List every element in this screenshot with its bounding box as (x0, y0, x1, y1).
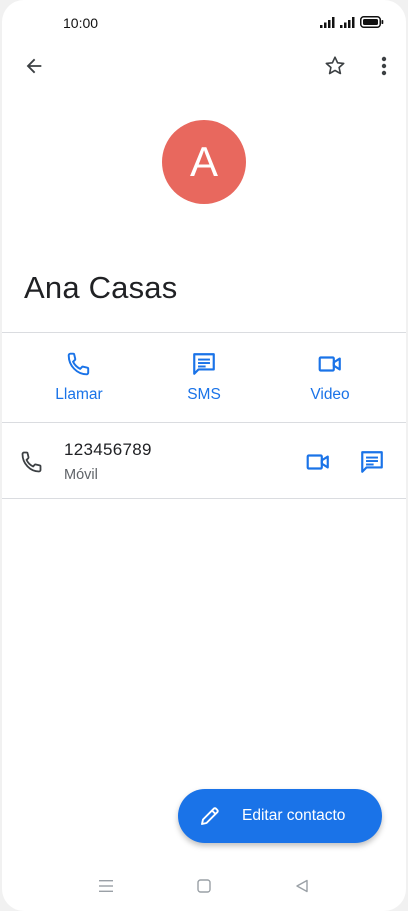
more-vert-icon (381, 56, 387, 76)
signal-icon (320, 17, 335, 28)
star-outline-icon (325, 56, 345, 75)
back-button[interactable] (16, 48, 52, 84)
phone-icon (21, 451, 42, 473)
menu-lines-icon (99, 880, 113, 892)
divider (2, 332, 406, 333)
status-bar: 10:00 (2, 0, 406, 44)
video-icon (318, 356, 341, 372)
home-button[interactable] (188, 872, 220, 900)
phone-icon (67, 352, 90, 376)
video-action-button[interactable]: Video (285, 350, 375, 404)
divider (2, 498, 406, 499)
sms-action-button[interactable]: SMS (159, 350, 249, 404)
phone-number-row[interactable]: 123456789 Móvil (2, 424, 406, 498)
sms-action-label: SMS (187, 386, 221, 403)
pencil-icon (201, 807, 219, 825)
battery-icon (360, 16, 384, 28)
video-call-button[interactable] (302, 446, 334, 478)
signal-icon-2 (340, 17, 355, 28)
phone-number: 123456789 (64, 440, 152, 459)
call-action-label: Llamar (55, 386, 103, 403)
triangle-back-icon (296, 879, 308, 893)
status-time: 10:00 (63, 15, 99, 31)
message-icon (361, 451, 383, 473)
phone-row-icon-wrap (18, 448, 46, 476)
contact-detail-screen: 10:00 A Ana Casas Llamar SMS Video 12345… (2, 0, 406, 911)
favorite-button[interactable] (317, 48, 353, 84)
divider (2, 422, 406, 423)
send-message-button[interactable] (356, 446, 388, 478)
edit-contact-button[interactable]: Editar contacto (178, 789, 382, 843)
square-icon (197, 879, 211, 893)
call-action-button[interactable]: Llamar (34, 350, 124, 404)
phone-type: Móvil (64, 467, 98, 483)
video-action-label: Video (310, 386, 350, 403)
more-options-button[interactable] (370, 48, 398, 84)
status-icons (320, 14, 384, 30)
avatar: A (162, 120, 246, 204)
arrow-back-icon (26, 58, 42, 74)
top-app-bar (2, 44, 406, 92)
back-nav-button[interactable] (286, 872, 318, 900)
edit-contact-label: Editar contacto (242, 807, 346, 824)
recent-apps-button[interactable] (90, 872, 122, 900)
system-nav-bar (2, 868, 406, 904)
video-icon (306, 454, 329, 470)
message-icon (193, 353, 215, 375)
contact-name: Ana Casas (24, 270, 178, 305)
